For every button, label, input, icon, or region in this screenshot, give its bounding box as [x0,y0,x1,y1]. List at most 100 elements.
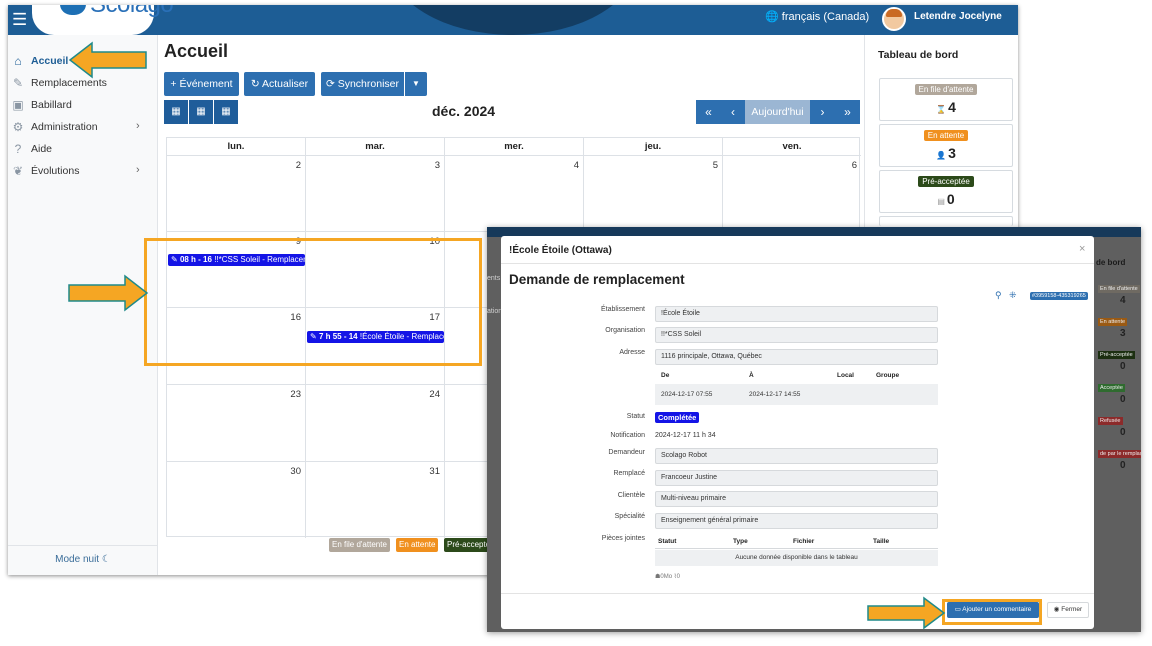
weekday-header: lun. [167,138,306,156]
night-mode-label: Mode nuit [55,554,100,565]
dimmed-badge: Acceptée [1098,384,1125,392]
attachments-empty-row: Aucune donnée disponible dans le tableau [655,550,938,566]
night-mode-toggle[interactable]: Mode nuit ☾ [8,545,158,565]
dimmed-badge: Refusée [1098,417,1123,425]
refresh-button[interactable]: ↻ Actualiser [244,72,315,96]
sidebar-item-aide[interactable]: ? Aide [8,140,158,160]
dimmed-card: Acceptée 0 [1098,384,1141,414]
dimmed-sidebar-text: ents [487,275,501,282]
period-header: À [749,372,754,379]
help-icon: ? [14,142,22,156]
prev-year-button[interactable]: « [696,100,721,124]
calendar-day-cell[interactable]: 2 [167,156,306,232]
dashboard-card-pending[interactable]: En attente 👤 3 [879,124,1013,167]
language-label: français (Canada) [781,11,870,23]
language-selector[interactable]: 🌐 français (Canada) [765,10,869,23]
establishment-field: !École Étoile [655,306,938,322]
replacement-icon: ✎ [12,76,24,90]
next-year-button[interactable]: » [835,100,860,124]
field-label: Adresse [619,349,645,356]
sidebar-item-evolutions[interactable]: ❦ Évolutions › [8,162,158,182]
chevron-left-icon: ‹ [731,105,735,119]
calendar-day-cell[interactable]: 30 [167,462,306,538]
attachments-header: Taille [873,538,890,545]
dimmed-badge: de par le remplaç [1098,450,1141,458]
next-month-button[interactable]: › [810,100,835,124]
refresh-icon: ↻ [250,78,260,90]
legend-pending: En attente [396,538,439,552]
sync-icon: ⟳ [325,78,335,90]
calendar-day-cell[interactable]: 24 [306,385,445,462]
card-count: 0 [946,191,955,207]
today-button[interactable]: Aujourd'hui [745,100,810,124]
moon-icon: ☾ [101,554,111,565]
modal-header-title: !École Étoile (Ottawa) [509,245,612,256]
user-name[interactable]: Letendre Jocelyne [914,11,1002,22]
chevron-right-icon: › [136,164,140,176]
dimmed-card: En attente 3 [1098,318,1141,348]
menu-icon[interactable]: ☰ [12,10,27,30]
user-avatar[interactable] [882,7,906,31]
dashboard-card-partial[interactable] [879,216,1013,226]
arrow-calendar-events [68,274,149,312]
calendar-day-cell[interactable]: 23 [167,385,306,462]
organisation-field: !!*CSS Soleil [655,327,938,343]
double-chevron-left-icon: « [705,105,712,119]
week-view-button[interactable]: ▦ [189,100,213,124]
calendar-day-cell[interactable]: 31 [306,462,445,538]
legend-queued: En file d'attente [329,538,390,552]
modal-header: !École Étoile (Ottawa) × [501,236,1094,264]
sidebar-item-administration[interactable]: ⚙ Administration › [8,118,158,138]
month-view-button[interactable]: ▦ [164,100,188,124]
hourglass-icon: ⌛ [936,105,947,114]
dimmed-count: 0 [1120,427,1126,438]
dashboard-title: Tableau de bord [878,49,959,61]
calendar-day-cell[interactable]: 4 [445,156,584,232]
dimmed-card: Refusée 0 [1098,417,1141,447]
day-number: 31 [429,466,440,477]
board-icon: ▣ [12,98,24,112]
day-number: 3 [434,160,440,171]
status-badge: Pré-acceptée [918,176,974,187]
sync-dropdown-button[interactable]: ▼ [405,72,427,96]
field-label: Établissement [601,306,645,313]
calendar-day-cell[interactable]: 5 [584,156,723,232]
sidebar-item-label: Administration [31,121,98,133]
top-bar: ☰ Scolago 🌐 français (Canada) Letendre J… [8,5,1018,35]
day-number: 4 [573,160,579,171]
calendar-month-label: déc. 2024 [432,103,496,119]
calendar-day-cell[interactable]: 6 [723,156,861,232]
add-event-button[interactable]: + Événement [164,72,239,96]
dashboard-card-queued[interactable]: En file d'attente ⌛ 4 [879,78,1013,121]
field-label: Spécialité [614,513,645,520]
prev-month-button[interactable]: ‹ [721,100,745,124]
calendar-week-icon: ▦ [196,106,206,117]
calendar-events-highlight [144,238,482,366]
add-event-label: Événement [179,78,233,90]
close-icon[interactable]: × [1079,243,1085,255]
field-label: Notification [610,432,645,439]
close-label: Fermer [1061,606,1083,613]
day-view-button[interactable]: ▦ [214,100,238,124]
weekday-header: ven. [723,138,861,156]
dashboard-card-pre-accepted[interactable]: Pré-acceptée ▤ 0 [879,170,1013,213]
calendar-day-cell[interactable]: 3 [306,156,445,232]
close-circle-icon: ◉ [1053,606,1060,613]
day-number: 6 [851,160,857,171]
sync-button[interactable]: ⟳ Synchroniser [321,72,404,96]
card-count: 3 [948,145,956,161]
sitemap-icon[interactable]: ⁜ [1009,290,1017,301]
status-badge: En attente [923,130,969,141]
close-button[interactable]: ◉ Fermer [1047,602,1089,618]
dimmed-badge: Pré-acceptée [1098,351,1135,359]
map-pin-icon[interactable]: ⚲ [995,290,1002,301]
field-label: Clientèle [617,492,645,499]
logo[interactable]: Scolago [32,5,174,35]
period-header: De [661,372,670,379]
dimmed-card: En file d'attente 4 [1098,285,1141,315]
sidebar-item-label: Évolutions [31,165,80,177]
sidebar-item-babillard[interactable]: ▣ Babillard [8,96,158,116]
sidebar-item-label: Accueil [31,55,69,67]
header-decoration [388,5,638,35]
user-clock-icon: 👤 [936,151,947,160]
